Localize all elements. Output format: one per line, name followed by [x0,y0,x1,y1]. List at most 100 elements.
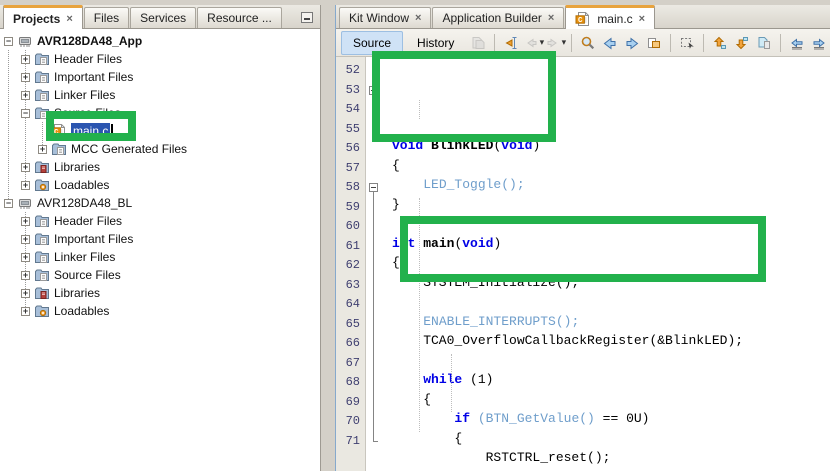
tree-item-loadables[interactable]: +Loadables [0,302,320,320]
close-icon[interactable]: × [66,14,72,24]
fold-line [373,256,374,276]
expand-icon[interactable]: + [21,235,30,244]
collapse-icon[interactable]: − [21,109,30,118]
collapse-icon[interactable]: − [4,199,13,208]
shift-line-right-button[interactable] [809,32,829,54]
code-line-58[interactable]: { [392,253,830,273]
code-line-59[interactable]: SYSTEM_Initialize(); [392,273,830,293]
expand-icon[interactable]: + [21,73,30,82]
back-button[interactable]: ▾ [523,32,543,54]
folder-library-icon [34,285,50,301]
code-line-61[interactable]: ENABLE_INTERRUPTS(); [392,312,830,332]
tree-item-source-files[interactable]: −Source Files [0,104,320,122]
toggle-highlight-button[interactable] [644,32,664,54]
collapse-icon[interactable]: − [4,37,13,46]
tree-item-main-c[interactable]: Cmain.c [0,122,320,140]
expand-icon[interactable]: + [21,253,30,262]
code-line-67[interactable]: { [392,429,830,449]
chevron-down-icon[interactable]: ▾ [562,37,567,48]
tree-item-libraries[interactable]: +Libraries [0,158,320,176]
projects-tree[interactable]: −AVR128DA48_App+Header Files+Important F… [0,29,320,471]
indent [0,185,21,186]
code-line-53[interactable]: { [392,156,830,176]
history-view-toggle[interactable]: History [405,31,466,55]
versioning-diff-button[interactable] [468,32,488,54]
indent [0,167,21,168]
tree-item-libraries[interactable]: + Libraries [0,284,320,302]
tree-item-important-files[interactable]: +Important Files [0,230,320,248]
line-number: 64 [336,295,360,315]
expand-icon[interactable]: + [21,289,30,298]
find-selection-button[interactable] [578,32,598,54]
expand-icon[interactable]: + [21,307,30,316]
tree-item-important-files[interactable]: +Important Files [0,68,320,86]
tree-item-mcc-generated-files[interactable]: +MCC Generated Files [0,140,320,158]
code-line-69[interactable]: } [392,468,830,471]
code-token: { [392,255,400,270]
fold-line [373,100,374,120]
indent [0,257,21,258]
shift-line-left-button[interactable] [787,32,807,54]
tree-item-linker-files[interactable]: +Linker Files [0,248,320,266]
tree-item-avr128da48-app[interactable]: −AVR128DA48_App [0,32,320,50]
expand-icon[interactable]: + [21,91,30,100]
code-line-57[interactable]: int main(void) [392,234,830,254]
tab-application-builder[interactable]: Application Builder× [432,7,564,28]
tree-item-loadables[interactable]: +Loadables [0,176,320,194]
minimize-panel-button[interactable] [301,12,313,23]
chevron-down-icon[interactable]: ▾ [540,37,545,48]
expand-icon[interactable]: + [21,181,30,190]
tree-item-header-files[interactable]: +Header Files [0,50,320,68]
tree-item-linker-files[interactable]: +Linker Files [0,86,320,104]
fold-line [373,334,374,354]
forward-button[interactable]: ▾ [545,32,565,54]
tree-item-source-files[interactable]: +Source Files [0,266,320,284]
close-icon[interactable]: × [548,13,554,23]
rectangular-selection-button[interactable] [677,32,697,54]
close-icon[interactable]: × [639,14,645,24]
code-line-54[interactable]: LED_Toggle(); [392,175,830,195]
tree-item-label: Libraries [54,286,100,300]
find-previous-button[interactable] [600,32,620,54]
expand-icon[interactable]: + [21,217,30,226]
tab-files[interactable]: Files [84,7,129,28]
code-line-66[interactable]: if (BTN_GetValue() == 0U) [392,409,830,429]
tab-projects[interactable]: Projects× [3,5,83,29]
rect-selection-icon [679,35,695,51]
previous-bookmark-button[interactable] [710,32,730,54]
tree-item-header-files[interactable]: +Header Files [0,212,320,230]
code-line-68[interactable]: RSTCTRL_reset(); [392,448,830,468]
tab-resource[interactable]: Resource ... [197,7,282,28]
next-bookmark-button[interactable] [732,32,752,54]
last-edit-button[interactable] [501,32,521,54]
tab-services[interactable]: Services [130,7,196,28]
indent [0,221,21,222]
expand-icon[interactable]: + [21,55,30,64]
code-line-63[interactable] [392,351,830,371]
tab-kit-window[interactable]: Kit Window× [339,7,431,28]
fold-collapse-icon[interactable] [369,183,378,192]
line-number: 60 [336,217,360,237]
code-line-62[interactable]: TCA0_OverflowCallbackRegister(&BlinkLED)… [392,331,830,351]
close-icon[interactable]: × [415,13,421,23]
indent-guide [419,198,420,432]
find-next-button[interactable] [622,32,642,54]
line-number-gutter: 5253545556575859606162636465666768697071 [336,57,366,471]
expand-icon[interactable]: + [38,145,47,154]
code-line-65[interactable]: { [392,390,830,410]
fold-collapse-icon[interactable] [369,86,378,95]
code-line-52[interactable]: void BlinkLED(void) [392,136,830,156]
toggle-bookmark-button[interactable] [754,32,774,54]
code-line-64[interactable]: while (1) [392,370,830,390]
code-line-60[interactable] [392,292,830,312]
line-number: 70 [336,412,360,432]
tab-label: Resource ... [207,11,272,25]
expand-icon[interactable]: + [21,163,30,172]
source-view-toggle[interactable]: Source [341,31,403,55]
code-line-56[interactable] [392,214,830,234]
tab-main-c[interactable]: Cmain.c× [565,5,655,29]
code-text-area[interactable]: void BlinkLED(void){ LED_Toggle();}int m… [382,57,830,471]
tree-item-avr128da48-bl[interactable]: −AVR128DA48_BL [0,194,320,212]
expand-icon[interactable]: + [21,271,30,280]
code-line-55[interactable]: } [392,195,830,215]
